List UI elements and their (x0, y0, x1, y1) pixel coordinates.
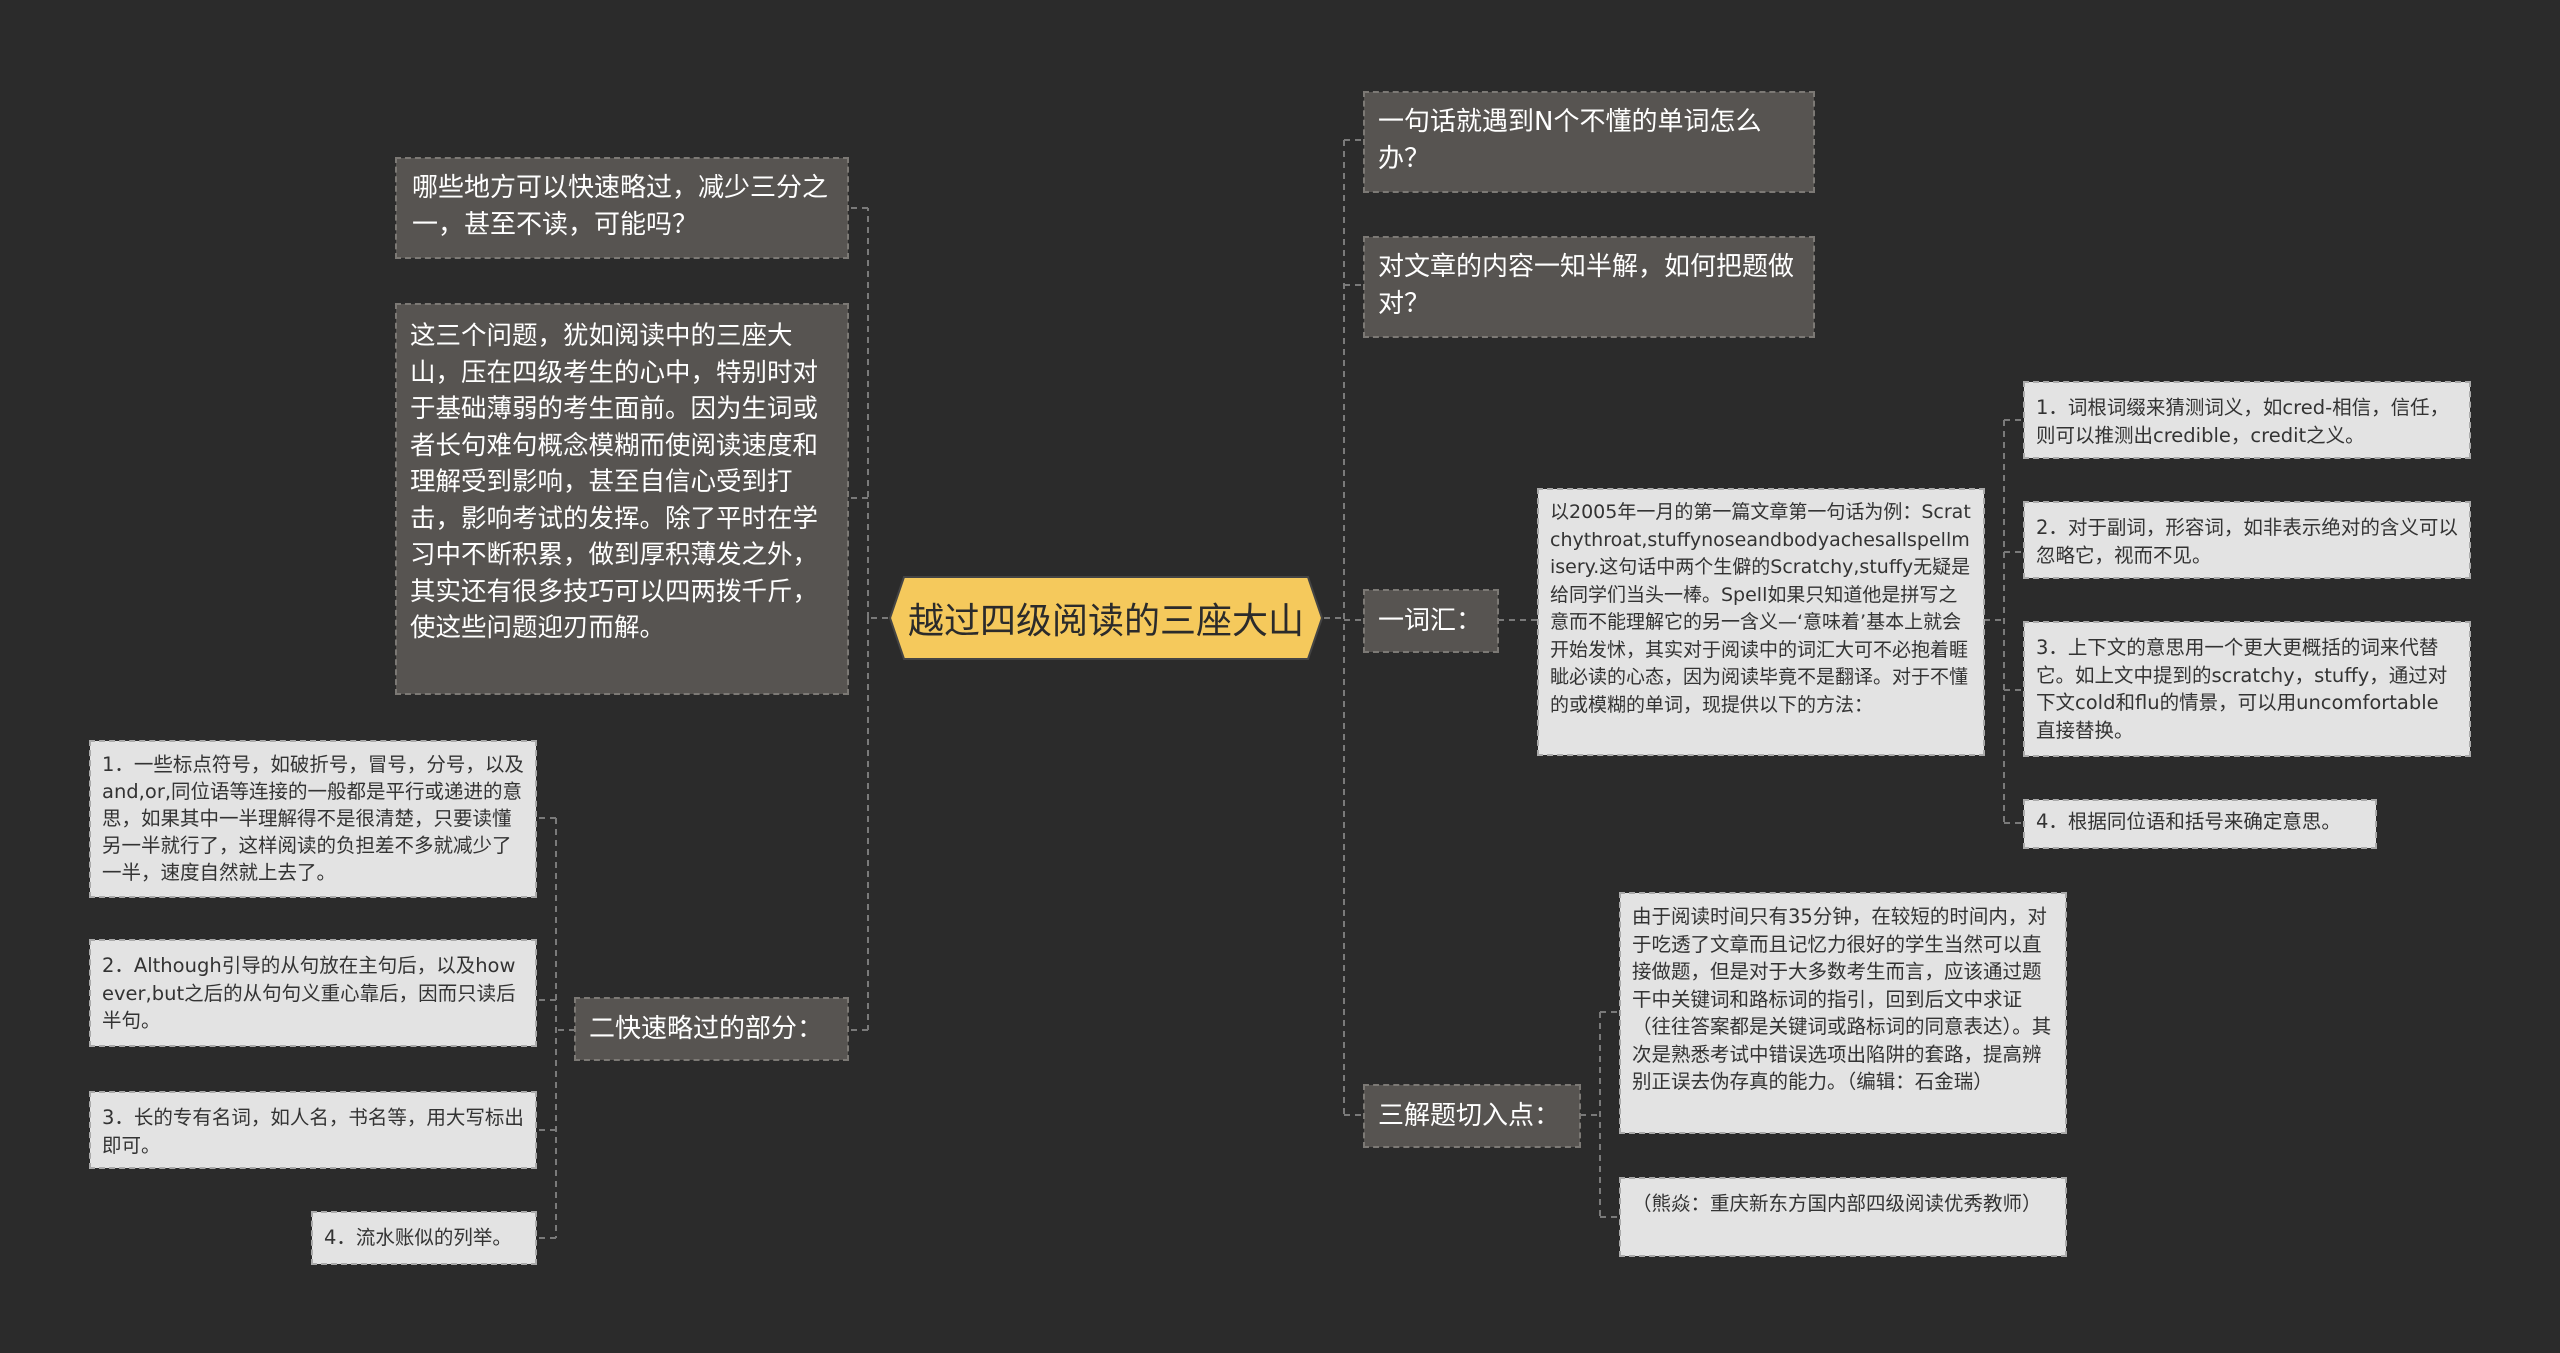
question-skip-text: 哪些地方可以快速略过，减少三分之一，甚至不读，可能吗？ (412, 173, 829, 240)
vocab-method-1-text: 1．词根词缀来猜测词义，如cred-相信，信任，则可以推测出credible，c… (2036, 396, 2450, 447)
vocab-method-2-text: 2．对于副词，形容词，如非表示绝对的含义可以忽略它，视而不见。 (2036, 516, 2458, 567)
skim-item-3[interactable]: 3．长的专有名词，如人名，书名等，用大写标出即可。 (89, 1091, 537, 1169)
question-unknown-words-node[interactable]: 一句话就遇到N个不懂的单词怎么办？ (1363, 91, 1815, 193)
vocab-detail-text: 以2005年一月的第一篇文章第一句话为例：Scratchythroat,stuf… (1550, 501, 1971, 716)
intro-paragraph-node[interactable]: 这三个问题，犹如阅读中的三座大山，压在四级考生的心中，特别时对于基础薄弱的考生面… (395, 303, 849, 695)
skim-item-4[interactable]: 4．流水账似的列举。 (311, 1211, 537, 1265)
vocab-method-4-text: 4．根据同位语和括号来确定意思。 (2036, 810, 2341, 833)
vocab-detail-node[interactable]: 以2005年一月的第一篇文章第一句话为例：Scratchythroat,stuf… (1537, 488, 1985, 756)
skim-item-2-text: 2．Although引导的从句放在主句后，以及however,but之后的从句句… (102, 954, 516, 1032)
intro-paragraph-text: 这三个问题，犹如阅读中的三座大山，压在四级考生的心中，特别时对于基础薄弱的考生面… (410, 321, 819, 643)
central-topic-label: 越过四级阅读的三座大山 (907, 601, 1304, 642)
question-skip-node[interactable]: 哪些地方可以快速略过，减少三分之一，甚至不读，可能吗？ (395, 157, 849, 259)
solve-author-node[interactable]: （熊焱：重庆新东方国内部四级阅读优秀教师） (1619, 1177, 2067, 1257)
skim-section-label: 二快速略过的部分： (589, 1013, 824, 1044)
question-unknown-words-text: 一句话就遇到N个不懂的单词怎么办？ (1378, 107, 1762, 174)
skim-item-4-text: 4．流水账似的列举。 (324, 1226, 512, 1249)
solve-detail-text: 由于阅读时间只有35分钟，在较短的时间内，对于吃透了文章而且记忆力很好的学生当然… (1632, 905, 2052, 1093)
central-topic[interactable]: 越过四级阅读的三座大山 (888, 575, 1324, 661)
vocab-section-node[interactable]: 一词汇： (1363, 589, 1499, 653)
solve-section-label: 三解题切入点： (1378, 1100, 1561, 1131)
skim-item-3-text: 3．长的专有名词，如人名，书名等，用大写标出即可。 (102, 1106, 524, 1157)
question-answer-text: 对文章的内容一知半解，如何把题做对？ (1378, 252, 1795, 319)
solve-detail-node[interactable]: 由于阅读时间只有35分钟，在较短的时间内，对于吃透了文章而且记忆力很好的学生当然… (1619, 892, 2067, 1134)
vocab-method-4[interactable]: 4．根据同位语和括号来确定意思。 (2023, 799, 2377, 849)
vocab-method-3-text: 3．上下文的意思用一个更大更概括的词来代替它。如上文中提到的scratchy，s… (2036, 636, 2448, 742)
solve-section-node[interactable]: 三解题切入点： (1363, 1084, 1581, 1148)
question-answer-node[interactable]: 对文章的内容一知半解，如何把题做对？ (1363, 236, 1815, 338)
skim-item-2[interactable]: 2．Although引导的从句放在主句后，以及however,but之后的从句句… (89, 939, 537, 1047)
skim-section-node[interactable]: 二快速略过的部分： (574, 997, 849, 1061)
vocab-method-3[interactable]: 3．上下文的意思用一个更大更概括的词来代替它。如上文中提到的scratchy，s… (2023, 621, 2471, 757)
solve-author-text: （熊焱：重庆新东方国内部四级阅读优秀教师） (1632, 1192, 2042, 1215)
skim-item-1-text: 1．一些标点符号，如破折号，冒号，分号，以及and,or,同位语等连接的一般都是… (102, 753, 524, 884)
skim-item-1[interactable]: 1．一些标点符号，如破折号，冒号，分号，以及and,or,同位语等连接的一般都是… (89, 740, 537, 898)
vocab-method-2[interactable]: 2．对于副词，形容词，如非表示绝对的含义可以忽略它，视而不见。 (2023, 501, 2471, 579)
vocab-section-label: 一词汇： (1378, 605, 1483, 636)
vocab-method-1[interactable]: 1．词根词缀来猜测词义，如cred-相信，信任，则可以推测出credible，c… (2023, 381, 2471, 459)
